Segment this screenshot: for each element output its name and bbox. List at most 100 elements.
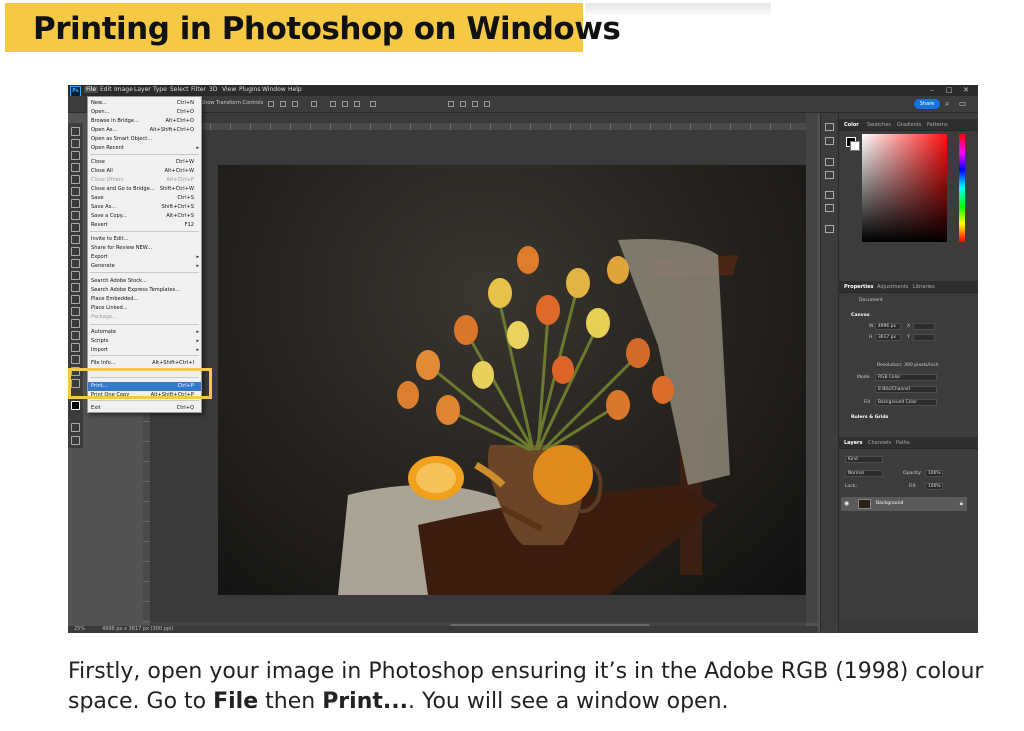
file-menu-item-package[interactable]: Package... — [88, 313, 201, 322]
blend-mode-select[interactable]: Normal — [845, 470, 883, 477]
3d-slide-icon[interactable] — [484, 101, 490, 107]
file-menu-item-close-others[interactable]: Close Others Alt+Ctrl+P — [88, 176, 201, 185]
mode-select[interactable]: RGB Color — [875, 374, 937, 381]
marquee-tool-icon[interactable] — [71, 139, 80, 148]
close-icon[interactable]: ✕ — [963, 86, 969, 94]
minimize-icon[interactable]: – — [930, 86, 934, 94]
tab-gradients[interactable]: Gradients — [897, 122, 921, 128]
file-menu-item-open-as-smart-object[interactable]: Open as Smart Object... — [88, 135, 201, 144]
menu-help[interactable]: Help — [288, 86, 302, 93]
file-menu-item-browse-in-bridge[interactable]: Browse in Bridge... Alt+Ctrl+O — [88, 117, 201, 126]
align-center-icon[interactable] — [280, 101, 286, 107]
3d-icon[interactable] — [825, 225, 834, 233]
distribute-icon[interactable] — [330, 101, 336, 107]
tab-swatches[interactable]: Swatches — [867, 122, 891, 128]
file-menu-item-place-linked[interactable]: Place Linked... — [88, 304, 201, 313]
rulers-grids-section[interactable]: Rulers & Grids — [851, 415, 888, 420]
brush-tool-icon[interactable] — [71, 223, 80, 232]
file-menu-item-share-for-review-new[interactable]: Share for Review NEW... — [88, 244, 201, 253]
zoom-level[interactable]: 25% — [74, 626, 85, 632]
move-tool-icon[interactable] — [71, 127, 80, 136]
align-left-icon[interactable] — [268, 101, 274, 107]
adjust-icon[interactable] — [825, 171, 834, 179]
x-field[interactable] — [913, 323, 935, 330]
menu-3d[interactable]: 3D — [209, 86, 217, 93]
tulip-still-life-image[interactable] — [218, 165, 808, 595]
bit-depth-select[interactable]: 8 Bits/Channel — [875, 386, 937, 393]
pen-tool-icon[interactable] — [71, 307, 80, 316]
hand-tool-icon[interactable] — [71, 355, 80, 364]
menu-layer[interactable]: Layer — [134, 86, 151, 93]
document-info[interactable]: 4996 px x 3617 px (300 ppi) — [102, 626, 173, 632]
path-select-icon[interactable] — [71, 331, 80, 340]
gradient-tool-icon[interactable] — [71, 271, 80, 280]
menu-plugins[interactable]: Plugins — [239, 86, 261, 93]
file-menu-item-open[interactable]: Open... Ctrl+O — [88, 108, 201, 117]
color-picker-field[interactable] — [862, 134, 947, 242]
brushes-icon[interactable] — [825, 158, 834, 166]
lasso-tool-icon[interactable] — [71, 151, 80, 160]
workspace-icon[interactable]: ▭ — [959, 99, 967, 108]
file-menu-item-save[interactable]: Save Ctrl+S — [88, 194, 201, 203]
stamp-tool-icon[interactable] — [71, 235, 80, 244]
file-menu-item-invite-to-edit[interactable]: Invite to Edit... — [88, 235, 201, 244]
file-menu-item-export[interactable]: Export ▸ — [88, 253, 201, 262]
menu-window[interactable]: Window — [262, 86, 286, 93]
quick-select-tool-icon[interactable] — [71, 163, 80, 172]
maximize-icon[interactable]: □ — [946, 86, 953, 94]
file-menu-item-save-a-copy[interactable]: Save a Copy... Alt+Ctrl+S — [88, 212, 201, 221]
background-swatch[interactable] — [850, 141, 860, 151]
fill-opacity-field[interactable]: 100% — [925, 483, 943, 490]
eyedropper-tool-icon[interactable] — [71, 199, 80, 208]
3d-pan-icon[interactable] — [472, 101, 478, 107]
history-brush-icon[interactable] — [71, 247, 80, 256]
align-top-icon[interactable] — [311, 101, 317, 107]
file-menu-item-save-as[interactable]: Save As... Shift+Ctrl+S — [88, 203, 201, 212]
layer-row-background[interactable]: ◉ Background 🔒︎ — [841, 497, 967, 511]
file-menu-item-close[interactable]: Close Ctrl+W — [88, 158, 201, 167]
layer-kind-filter[interactable]: Kind — [845, 456, 883, 463]
comments-icon[interactable] — [825, 137, 834, 145]
menu-filter[interactable]: Filter — [191, 86, 206, 93]
file-menu-item-place-embedded[interactable]: Place Embedded... — [88, 295, 201, 304]
history-icon[interactable] — [825, 123, 834, 131]
eraser-tool-icon[interactable] — [71, 259, 80, 268]
file-menu-item-search-adobe-express-templates[interactable]: Search Adobe Express Templates... — [88, 286, 201, 295]
quick-mask-icon[interactable] — [71, 423, 80, 432]
fill-select[interactable]: Background Color — [875, 399, 937, 406]
menu-image[interactable]: Image — [114, 86, 133, 93]
menu-view[interactable]: View — [222, 86, 236, 93]
crop-tool-icon[interactable] — [71, 175, 80, 184]
screen-mode-icon[interactable] — [71, 436, 80, 445]
file-menu-item-import[interactable]: Import ▸ — [88, 346, 201, 355]
menu-type[interactable]: Type — [153, 86, 167, 93]
show-transform-controls[interactable]: Show Transform Controls — [201, 100, 263, 106]
file-menu-item-exit[interactable]: Exit Ctrl+Q — [88, 404, 201, 413]
opacity-field[interactable]: 100% — [925, 470, 943, 477]
height-field[interactable]: 3617 px — [875, 334, 901, 341]
file-menu-item-file-info[interactable]: File Info... Alt+Shift+Ctrl+I — [88, 359, 201, 368]
file-menu-item-open-as[interactable]: Open As... Alt+Shift+Ctrl+O — [88, 126, 201, 135]
tab-patterns[interactable]: Patterns — [927, 122, 948, 128]
align-right-icon[interactable] — [292, 101, 298, 107]
distribute-v-icon[interactable] — [342, 101, 348, 107]
file-menu-item-close-all[interactable]: Close All Alt+Ctrl+W — [88, 167, 201, 176]
file-menu-item-new[interactable]: New... Ctrl+N — [88, 99, 201, 108]
width-field[interactable]: 4996 px — [875, 323, 901, 330]
distribute-h-icon[interactable] — [354, 101, 360, 107]
menu-edit[interactable]: Edit — [100, 86, 112, 93]
file-menu-item-generate[interactable]: Generate ▸ — [88, 262, 201, 271]
dodge-tool-icon[interactable] — [71, 295, 80, 304]
file-menu-item-automate[interactable]: Automate ▸ — [88, 328, 201, 337]
tab-paths[interactable]: Paths — [896, 440, 910, 446]
healing-tool-icon[interactable] — [71, 211, 80, 220]
file-menu-item-search-adobe-stock[interactable]: Search Adobe Stock... — [88, 277, 201, 286]
share-button[interactable]: Share — [914, 99, 940, 109]
3d-rotate-icon[interactable] — [448, 101, 454, 107]
more-options-icon[interactable] — [370, 101, 376, 107]
blur-tool-icon[interactable] — [71, 283, 80, 292]
tab-libraries[interactable]: Libraries — [913, 284, 935, 290]
lock-icon[interactable]: 🔒︎ — [960, 500, 963, 508]
frame-tool-icon[interactable] — [71, 187, 80, 196]
tab-color[interactable]: Color — [844, 122, 859, 128]
